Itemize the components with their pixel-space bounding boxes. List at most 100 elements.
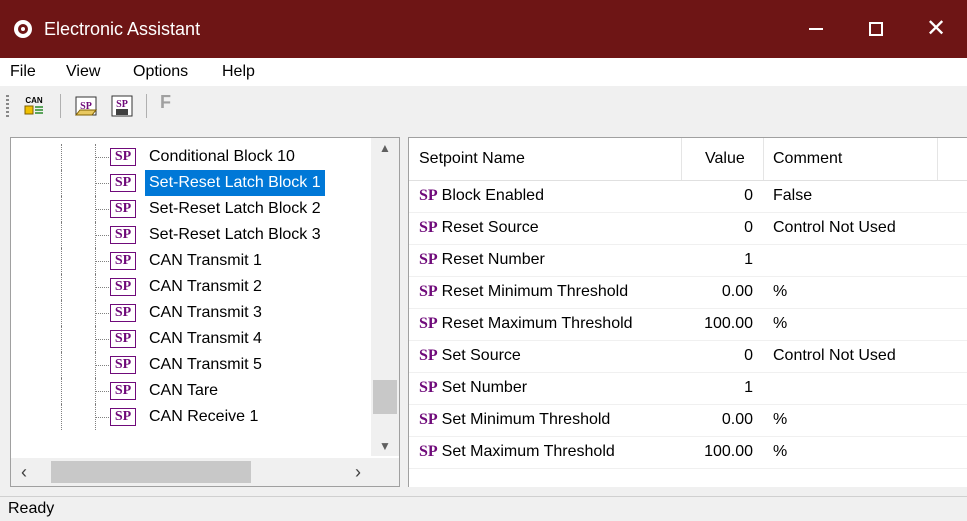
toolbar-grip[interactable] <box>6 95 9 117</box>
f-button[interactable]: F <box>160 92 171 113</box>
scroll-right-icon[interactable]: › <box>345 458 371 486</box>
save-setpoints-button[interactable]: SP <box>110 94 134 118</box>
grid-row[interactable]: SP Reset Minimum Threshold 0.00% <box>409 276 967 309</box>
status-text: Ready <box>8 500 55 517</box>
open-setpoints-icon: SP <box>74 96 98 116</box>
tree-line <box>95 287 109 288</box>
grid-row[interactable]: SP Reset Maximum Threshold 100.00% <box>409 308 967 341</box>
tree-item-label: Conditional Block 10 <box>149 148 295 165</box>
tree-item[interactable]: SP CAN Transmit 3 <box>11 300 371 326</box>
grid-row[interactable]: SP Block Enabled 0 False <box>409 180 967 213</box>
tree-item[interactable]: SP CAN Transmit 4 <box>11 326 371 352</box>
tree-line <box>61 222 63 248</box>
menu-bar: File View Options Help <box>0 58 967 86</box>
grid-row[interactable]: SP Set Number 1 <box>409 372 967 405</box>
open-setpoints-button[interactable]: SP <box>74 94 98 118</box>
tree-item-label: CAN Transmit 4 <box>149 330 262 347</box>
tree-item[interactable]: SP Set-Reset Latch Block 3 <box>11 222 371 248</box>
maximize-icon <box>869 22 883 36</box>
tree-line <box>95 339 109 340</box>
column-header-comment[interactable]: Comment <box>773 138 842 180</box>
maximize-button[interactable] <box>846 0 906 58</box>
setpoint-value[interactable]: 1 <box>681 372 753 404</box>
tree-line <box>95 261 109 262</box>
setpoint-name: Set Source <box>441 347 521 364</box>
menu-view[interactable]: View <box>60 58 106 86</box>
tree-pane[interactable]: SP Conditional Block 10 SP Set-Reset Latch … <box>10 137 400 487</box>
tree-item-label: CAN Transmit 3 <box>149 304 262 321</box>
setpoint-value[interactable]: 0 <box>681 340 753 372</box>
setpoint-grid: Setpoint Name Value Comment SP Block Enab… <box>408 137 967 487</box>
setpoint-value[interactable]: 0 <box>681 212 753 244</box>
save-setpoints-icon: SP <box>111 95 133 117</box>
tree-item[interactable]: SP CAN Receive 1 <box>11 404 371 430</box>
status-bar: Ready <box>0 496 967 519</box>
setpoint-mark: SP <box>419 347 438 364</box>
column-header-value[interactable]: Value <box>705 138 745 180</box>
tree-vertical-scrollbar[interactable]: ▲ ▼ <box>371 138 399 456</box>
setpoint-icon: SP <box>110 304 136 322</box>
grid-row[interactable]: SP Set Source 0 Control Not Used <box>409 340 967 373</box>
can-connect-icon: CAN <box>24 96 43 115</box>
grid-row[interactable]: SP Reset Number 1 <box>409 244 967 277</box>
tree-item-label: CAN Tare <box>149 382 219 399</box>
tree-line <box>95 391 109 392</box>
grid-row[interactable]: SP Set Maximum Threshold 100.00% <box>409 436 967 469</box>
tree-item-label: CAN Transmit 2 <box>149 278 262 295</box>
tree-horizontal-scrollbar[interactable]: ‹ › <box>11 458 371 486</box>
tree-item[interactable]: SP Conditional Block 10 <box>11 144 371 170</box>
tree-item[interactable]: SP CAN Tare <box>11 378 371 404</box>
setpoint-icon: SP <box>110 200 136 218</box>
setpoint-mark: SP <box>419 283 438 300</box>
setpoint-value[interactable]: 0.00 <box>681 276 753 308</box>
setpoint-name-cell: SP Reset Minimum Threshold <box>419 276 628 308</box>
svg-text:SP: SP <box>116 99 128 110</box>
tree-item[interactable]: SP Set-Reset Latch Block 2 <box>11 196 371 222</box>
setpoint-icon: SP <box>110 252 136 270</box>
tree-line <box>61 170 63 196</box>
scroll-thumb[interactable] <box>51 461 251 483</box>
minimize-icon <box>809 28 823 30</box>
close-button[interactable]: ✕ <box>906 0 966 58</box>
tree-item[interactable]: SP Set-Reset Latch Block 1 <box>11 170 371 196</box>
menu-file[interactable]: File <box>4 58 42 86</box>
setpoint-mark: SP <box>419 379 438 396</box>
toolbar-separator <box>146 94 147 118</box>
setpoint-value[interactable]: 0.00 <box>681 404 753 436</box>
setpoint-value[interactable]: 100.00 <box>681 308 753 340</box>
setpoint-mark: SP <box>419 443 438 460</box>
grid-row[interactable]: SP Set Minimum Threshold 0.00% <box>409 404 967 437</box>
menu-options[interactable]: Options <box>127 58 194 86</box>
setpoint-icon: SP <box>110 174 136 192</box>
column-divider[interactable] <box>763 138 764 180</box>
minimize-button[interactable] <box>786 0 846 58</box>
tree-line <box>95 313 109 314</box>
tree-item[interactable]: SP CAN Transmit 1 <box>11 248 371 274</box>
setpoint-name: Set Number <box>441 379 528 396</box>
setpoint-name-cell: SP Reset Source <box>419 212 539 244</box>
tree-line <box>95 157 109 158</box>
setpoint-comment: % <box>773 283 788 300</box>
grid-row[interactable]: SP Reset Source 0 Control Not Used <box>409 212 967 245</box>
column-header-name[interactable]: Setpoint Name <box>419 138 525 180</box>
tree-item[interactable]: SP CAN Transmit 5 <box>11 352 371 378</box>
scroll-left-icon[interactable]: ‹ <box>11 458 37 486</box>
tree-item-label: Set-Reset Latch Block 1 <box>145 170 325 196</box>
svg-text:CAN: CAN <box>25 96 43 105</box>
tree-line <box>95 417 109 418</box>
setpoint-value[interactable]: 1 <box>681 244 753 276</box>
menu-help[interactable]: Help <box>216 58 261 86</box>
scroll-up-icon[interactable]: ▲ <box>371 138 399 158</box>
setpoint-value[interactable]: 0 <box>681 180 753 212</box>
setpoint-icon: SP <box>110 382 136 400</box>
setpoint-name: Reset Source <box>441 219 539 236</box>
scroll-thumb[interactable] <box>373 380 397 414</box>
scroll-down-icon[interactable]: ▼ <box>371 436 399 456</box>
app-logo-icon <box>14 20 32 38</box>
can-connect-button[interactable]: CAN <box>22 94 46 118</box>
tree-item[interactable]: SP CAN Transmit 2 <box>11 274 371 300</box>
tree-item-label: CAN Receive 1 <box>149 408 259 425</box>
setpoint-value[interactable]: 100.00 <box>681 436 753 468</box>
column-divider[interactable] <box>937 138 938 180</box>
column-divider[interactable] <box>681 138 682 180</box>
